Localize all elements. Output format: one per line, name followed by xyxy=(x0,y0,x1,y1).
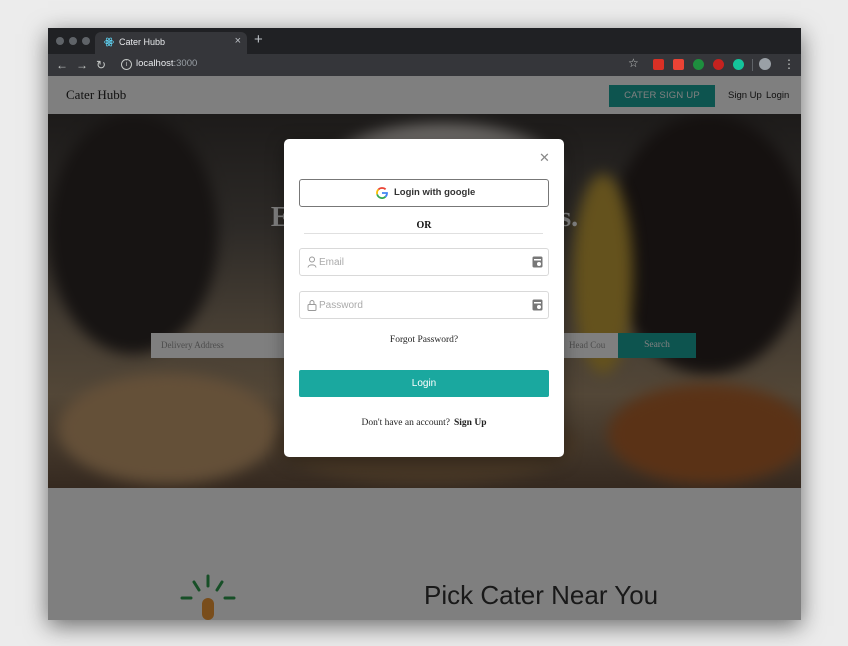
google-login-button[interactable]: Login with google xyxy=(299,179,549,207)
forward-icon[interactable]: → xyxy=(76,57,88,73)
email-input[interactable] xyxy=(319,254,524,270)
no-account-text: Don't have an account? xyxy=(361,418,451,428)
key-icon[interactable] xyxy=(532,256,543,268)
page-content: Cater Hubb CATER SIGN UP Sign Up Login E… xyxy=(48,76,801,620)
google-icon xyxy=(376,187,388,199)
google-login-label: Login with google xyxy=(394,187,476,198)
menu-icon[interactable]: ⋮ xyxy=(783,56,795,72)
divider xyxy=(304,233,543,234)
signup-prompt: Don't have an account? Sign Up xyxy=(284,418,564,428)
toolbar-divider xyxy=(752,59,753,71)
zoom-window-dot[interactable] xyxy=(82,37,90,45)
forgot-password-link[interactable]: Forgot Password? xyxy=(284,335,564,345)
extension-icon-badge[interactable] xyxy=(653,59,664,70)
modal-signup-link[interactable]: Sign Up xyxy=(454,418,486,428)
login-button[interactable]: Login xyxy=(299,370,549,397)
back-icon[interactable]: ← xyxy=(56,57,68,73)
email-field[interactable] xyxy=(299,248,549,276)
tab-close-icon[interactable]: × xyxy=(235,35,241,47)
or-divider-label: OR xyxy=(416,220,432,231)
extension-icon-shield[interactable] xyxy=(713,59,724,70)
browser-window: Cater Hubb × + ← → ↻ i localhost:3000 ☆ … xyxy=(48,28,801,620)
key-icon[interactable] xyxy=(532,299,543,311)
extension-icon-red[interactable] xyxy=(673,59,684,70)
lock-icon xyxy=(307,300,317,311)
extension-icon-green[interactable] xyxy=(693,59,704,70)
user-icon xyxy=(307,256,317,268)
close-window-dot[interactable] xyxy=(56,37,64,45)
star-icon[interactable]: ☆ xyxy=(628,56,639,70)
new-tab-button[interactable]: + xyxy=(254,32,263,48)
minimize-window-dot[interactable] xyxy=(69,37,77,45)
login-modal: ✕ Login with google OR Email Forgot Pass… xyxy=(284,139,564,457)
profile-avatar[interactable] xyxy=(759,58,771,70)
tab-strip: Cater Hubb × + xyxy=(48,28,801,54)
grammarly-icon[interactable] xyxy=(733,59,744,70)
info-icon[interactable]: i xyxy=(121,59,132,70)
login-button-label: Login xyxy=(411,378,437,389)
password-input[interactable] xyxy=(319,297,524,313)
browser-toolbar: ← → ↻ i localhost:3000 ☆ ⋮ xyxy=(48,54,801,76)
react-icon xyxy=(104,37,114,47)
reload-icon[interactable]: ↻ xyxy=(96,57,106,73)
browser-tab[interactable]: Cater Hubb × xyxy=(95,32,247,54)
password-field[interactable] xyxy=(299,291,549,319)
close-icon[interactable]: ✕ xyxy=(539,151,550,165)
tab-title: Cater Hubb xyxy=(119,37,166,47)
address-bar[interactable]: localhost:3000 xyxy=(136,58,197,69)
